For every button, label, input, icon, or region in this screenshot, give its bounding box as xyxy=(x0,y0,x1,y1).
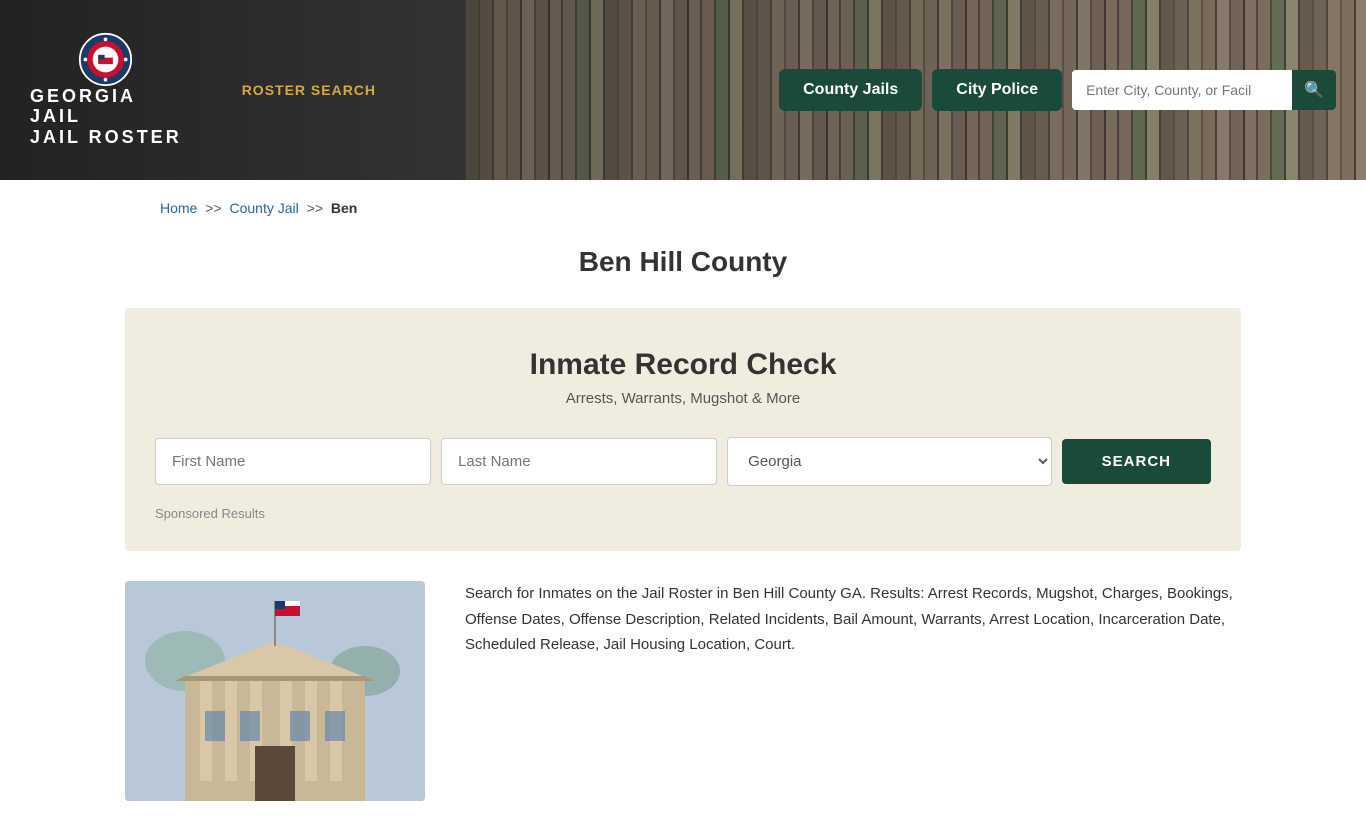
courthouse-svg xyxy=(125,581,425,801)
record-check-subtitle: Arrests, Warrants, Mugshot & More xyxy=(155,390,1211,407)
city-police-button[interactable]: City Police xyxy=(932,69,1062,111)
page-title: Ben Hill County xyxy=(0,246,1366,278)
record-search-button[interactable]: SEARCH xyxy=(1062,439,1211,484)
state-select[interactable]: AlabamaAlaskaArizonaArkansasCaliforniaCo… xyxy=(727,437,1052,486)
breadcrumb-home[interactable]: Home xyxy=(160,200,197,216)
breadcrumb-sep2: >> xyxy=(307,200,323,216)
breadcrumb: Home >> County Jail >> Ben xyxy=(0,180,1366,236)
site-header: GA GEORGIA JAIL JAIL ROSTER ROSTER SEARC… xyxy=(0,0,1366,180)
page-title-area: Ben Hill County xyxy=(0,236,1366,308)
georgia-seal-icon: GA xyxy=(78,32,133,87)
header-search-input[interactable] xyxy=(1072,72,1292,108)
header-search-bar: 🔍 xyxy=(1072,70,1336,110)
header-right: County Jails City Police 🔍 xyxy=(779,69,1336,111)
courthouse-image xyxy=(125,581,425,801)
breadcrumb-current: Ben xyxy=(331,200,357,216)
logo-line2b: JAIL ROSTER xyxy=(30,127,182,148)
inmate-record-section: Inmate Record Check Arrests, Warrants, M… xyxy=(125,308,1241,551)
lower-description: Search for Inmates on the Jail Roster in… xyxy=(465,581,1241,658)
breadcrumb-county-jail[interactable]: County Jail xyxy=(230,200,299,216)
sponsored-results-label: Sponsored Results xyxy=(155,506,1211,521)
site-logo: GA GEORGIA JAIL JAIL ROSTER xyxy=(30,32,182,149)
county-jails-button[interactable]: County Jails xyxy=(779,69,922,111)
first-name-input[interactable] xyxy=(155,438,431,485)
logo-text: GEORGIA JAIL JAIL ROSTER xyxy=(30,87,182,149)
roster-search-nav[interactable]: ROSTER SEARCH xyxy=(242,82,376,98)
header-search-button[interactable]: 🔍 xyxy=(1292,70,1336,110)
search-icon: 🔍 xyxy=(1304,82,1324,99)
record-search-form: AlabamaAlaskaArizonaArkansasCaliforniaCo… xyxy=(155,437,1211,486)
record-check-title: Inmate Record Check xyxy=(155,348,1211,382)
breadcrumb-sep1: >> xyxy=(205,200,221,216)
logo-line1: GEORGIA xyxy=(30,87,182,107)
logo-line2a: JAIL xyxy=(30,106,182,127)
last-name-input[interactable] xyxy=(441,438,717,485)
lower-content: Search for Inmates on the Jail Roster in… xyxy=(125,581,1241,831)
